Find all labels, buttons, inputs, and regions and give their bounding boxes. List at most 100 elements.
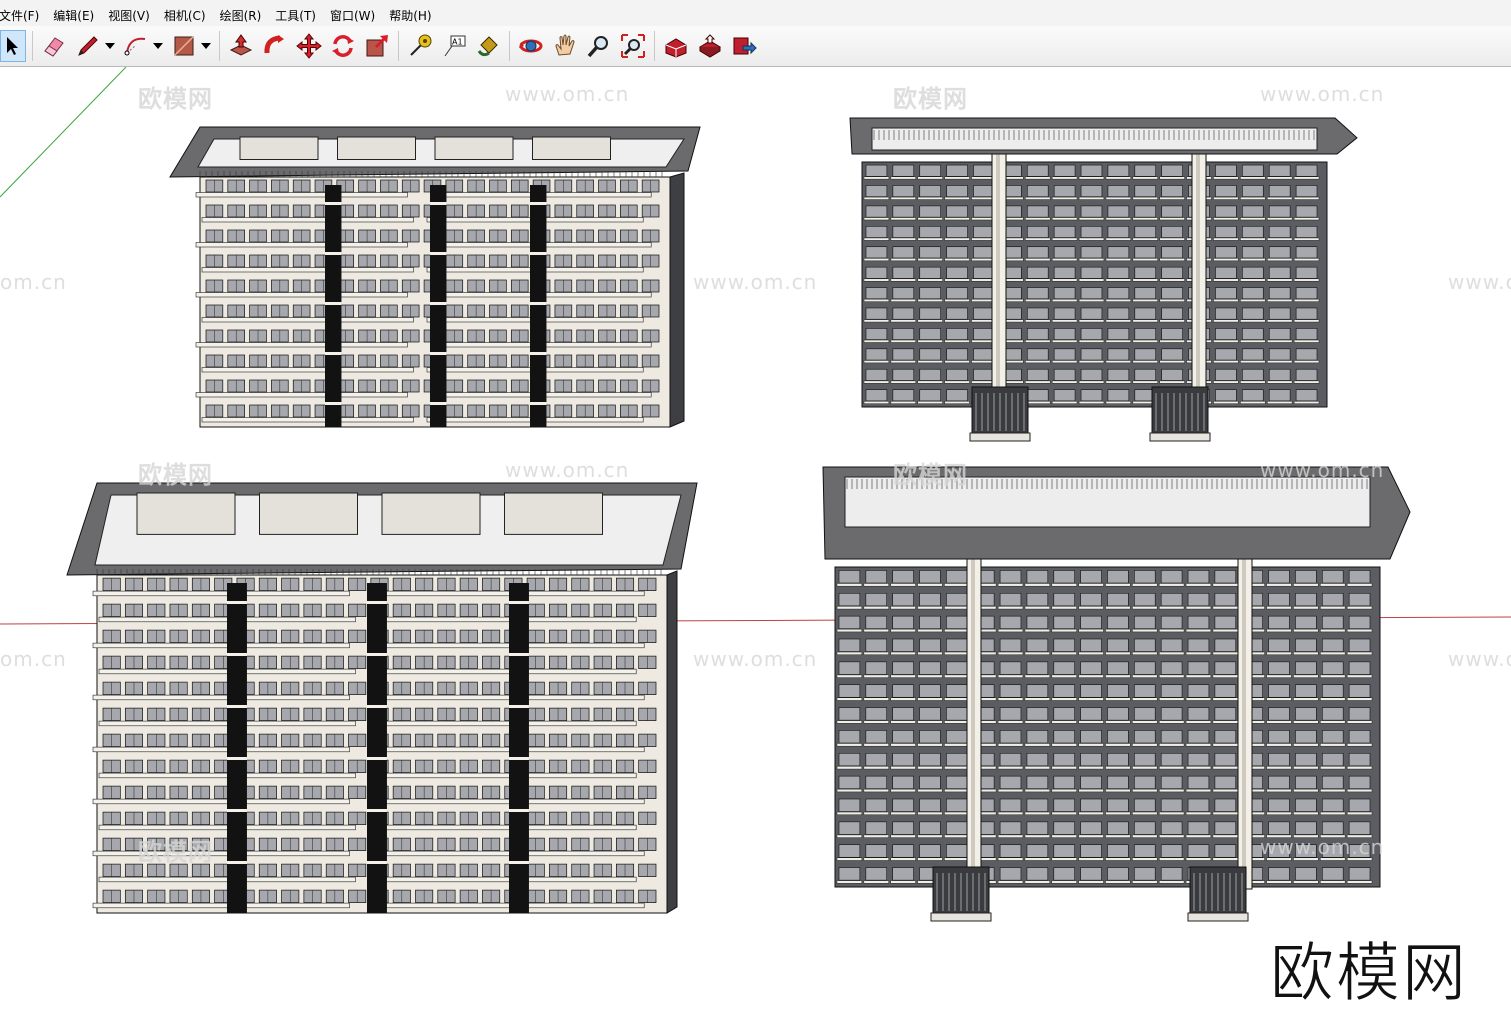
- balcony-slab: [1132, 176, 1158, 180]
- window-pane: [1187, 752, 1210, 767]
- window-pane: [1242, 368, 1264, 381]
- balcony-slab: [863, 788, 889, 793]
- share-model-button[interactable]: [695, 31, 725, 61]
- balcony-slab: [917, 298, 943, 302]
- window-pane: [892, 661, 914, 675]
- balcony-slab: [92, 642, 350, 649]
- window-pane: [1295, 821, 1317, 835]
- menu-tools[interactable]: 工具(T): [268, 0, 323, 26]
- balcony-slab: [1266, 319, 1293, 323]
- balcony-slab: [863, 857, 889, 861]
- warehouse-button[interactable]: [661, 31, 691, 61]
- balcony-slab: [1213, 298, 1239, 302]
- window-pane: [1161, 348, 1183, 361]
- balcony-slab: [1078, 743, 1104, 747]
- window-pane: [1134, 638, 1156, 652]
- push-pull-tool-button[interactable]: [226, 31, 256, 61]
- balcony-slab: [1105, 628, 1131, 633]
- window-pane: [892, 821, 914, 835]
- rectangle-tool-dropdown[interactable]: [201, 31, 211, 61]
- menu-draw[interactable]: 绘图(R): [213, 0, 269, 26]
- window-pane: [1026, 707, 1049, 721]
- balcony-slab: [1158, 674, 1185, 678]
- balcony-slab: [1212, 651, 1239, 656]
- window-pane: [946, 684, 968, 698]
- balcony-slab: [890, 834, 916, 838]
- rotate-tool-button[interactable]: [328, 31, 358, 61]
- balcony-slab: [1132, 258, 1158, 262]
- tape-measure-tool-button[interactable]: [405, 31, 435, 61]
- balcony-slab: [890, 606, 916, 610]
- balcony-slab: [1132, 857, 1158, 861]
- arc-tool-button[interactable]: [121, 31, 151, 61]
- balcony-slab: [1266, 628, 1292, 633]
- balcony-slab: [890, 380, 917, 384]
- balcony-slab: [1293, 766, 1319, 770]
- balcony-slab: [1346, 583, 1373, 587]
- window-pane: [1268, 707, 1290, 721]
- extension-warehouse-button[interactable]: [729, 31, 759, 61]
- move-tool-button[interactable]: [294, 31, 324, 61]
- balcony-slab: [1185, 651, 1212, 656]
- eraser-tool-button[interactable]: [39, 31, 69, 61]
- window-pane: [1161, 164, 1183, 177]
- select-tool-button[interactable]: [0, 30, 26, 62]
- balcony-slab: [1158, 857, 1185, 861]
- window-pane: [1080, 368, 1103, 381]
- text-tool-button[interactable]: A1: [439, 31, 469, 61]
- window-pane: [865, 266, 888, 279]
- window-pane: [919, 798, 941, 812]
- window-pane: [865, 752, 887, 767]
- window-pane: [1080, 684, 1102, 698]
- balcony-slab: [836, 651, 863, 656]
- balcony-slab: [1212, 674, 1239, 678]
- window-pane: [892, 389, 915, 402]
- balcony-slab: [863, 834, 889, 838]
- orbit-tool-button[interactable]: [516, 31, 546, 61]
- line-tool-dropdown[interactable]: [105, 31, 115, 61]
- balcony-slab: [917, 196, 943, 200]
- window-pane: [892, 752, 914, 767]
- balcony-slab: [1078, 720, 1104, 724]
- svg-text:A1: A1: [452, 38, 463, 47]
- menu-view[interactable]: 视图(V): [101, 0, 157, 26]
- window-pane: [1295, 684, 1317, 698]
- window-pane: [1295, 730, 1317, 744]
- window-pane: [1026, 730, 1049, 744]
- balcony-slab: [1185, 720, 1212, 724]
- menu-file[interactable]: 文件(F): [0, 0, 46, 26]
- zoom-tool-button[interactable]: [584, 31, 614, 61]
- pilaster-groove: [996, 152, 1000, 409]
- window-pane: [1160, 844, 1183, 858]
- balcony-slab: [1078, 258, 1105, 262]
- window-pane: [919, 226, 941, 238]
- balcony-slab: [890, 196, 917, 200]
- scale-tool-button[interactable]: [362, 31, 392, 61]
- line-tool-button[interactable]: [73, 31, 103, 61]
- menu-help[interactable]: 帮助(H): [382, 0, 438, 26]
- menu-camera[interactable]: 相机(C): [157, 0, 213, 26]
- follow-me-tool-button[interactable]: [260, 31, 290, 61]
- balcony-slab: [1266, 788, 1292, 793]
- window-pane: [865, 798, 887, 812]
- balcony-slab: [944, 237, 970, 241]
- watermark-url: om.cn: [0, 270, 67, 294]
- arc-tool-dropdown[interactable]: [153, 31, 163, 61]
- zoom-extents-tool-button[interactable]: [618, 31, 648, 61]
- shaft-slab: [367, 653, 387, 656]
- drawing-viewport[interactable]: 欧模网 www.om.cn 欧模网 www.om.cn om.cn www.om…: [0, 67, 1511, 1014]
- balcony-slab: [944, 196, 970, 200]
- balcony-slab: [92, 798, 350, 805]
- menu-window[interactable]: 窗口(W): [323, 0, 382, 26]
- balcony-slab: [863, 606, 889, 610]
- paint-bucket-tool-button[interactable]: [473, 31, 503, 61]
- pan-tool-button[interactable]: [550, 31, 580, 61]
- window-pane: [1134, 661, 1156, 675]
- rectangle-tool-button[interactable]: [169, 31, 199, 61]
- window-pane: [1187, 570, 1210, 584]
- window-pane: [1295, 164, 1318, 177]
- menu-edit[interactable]: 编辑(E): [46, 0, 101, 26]
- balcony-slab: [1293, 583, 1319, 587]
- window-pane: [865, 661, 887, 675]
- window-pane: [919, 368, 941, 381]
